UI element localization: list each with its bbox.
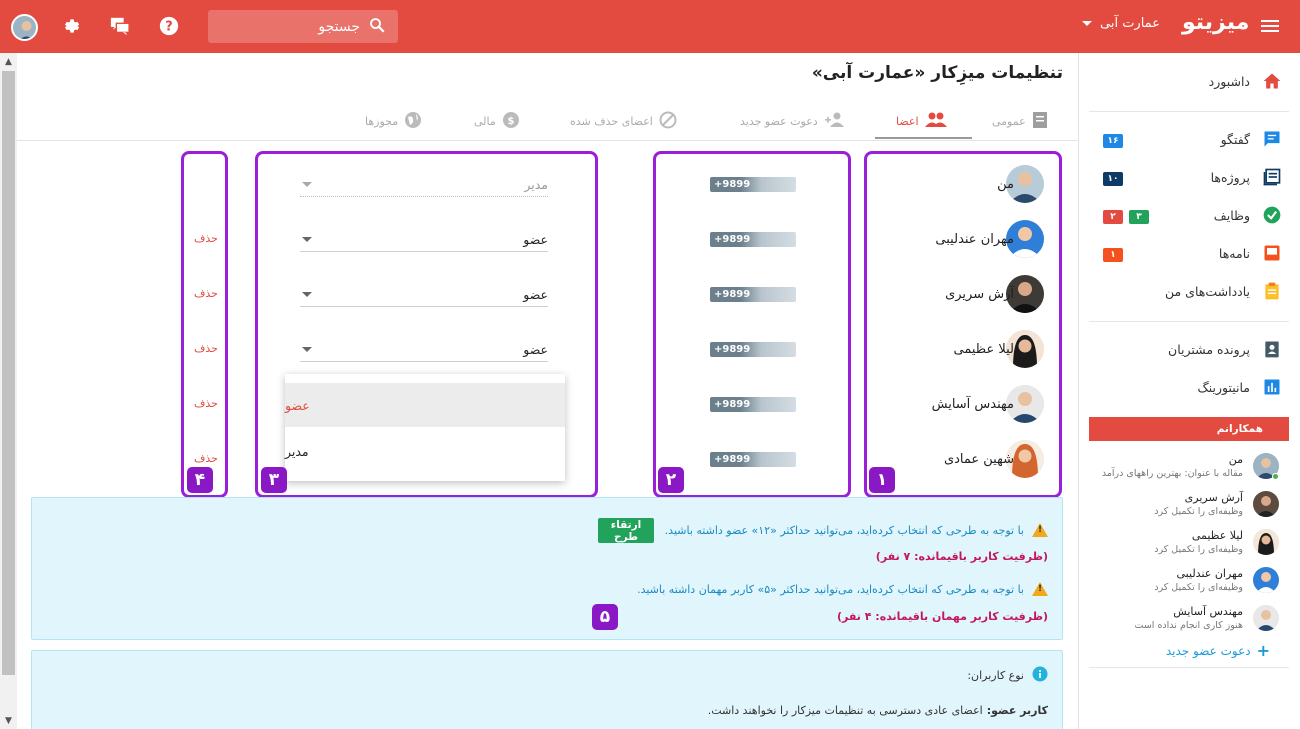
projects-icon	[1262, 167, 1282, 187]
sidebar-item-tasks[interactable]: وظایف	[1214, 205, 1282, 225]
tab-invite-member[interactable]: دعوت عضو جدید	[740, 102, 846, 140]
menu-icon[interactable]	[1260, 16, 1280, 36]
info-icon	[1032, 666, 1048, 685]
svg-text:?: ?	[165, 20, 172, 35]
online-status-icon	[1272, 473, 1279, 480]
annotation-box-names	[864, 151, 1062, 498]
active-tab-indicator	[875, 137, 972, 139]
search-icon	[368, 16, 386, 38]
tasks-icon	[1262, 205, 1282, 225]
upgrade-plan-button[interactable]: ارتقاء طرح	[598, 518, 654, 543]
members-remaining: (ظرفیت کاربر باقیمانده: ۷ نفر)	[875, 550, 1048, 563]
tab-financial[interactable]: $ مالی	[474, 102, 520, 140]
sidebar-item-customers[interactable]: پرونده مشتریان	[1168, 339, 1282, 359]
warning-icon	[1032, 582, 1048, 596]
projects-count-badge: ۱۰	[1103, 172, 1123, 186]
help-icon[interactable]: ?	[157, 14, 181, 38]
annotation-number: ۱	[869, 467, 895, 493]
tab-removed-members[interactable]: اعضای حذف شده	[570, 102, 677, 140]
sidebar-divider	[1089, 667, 1289, 668]
colleague-item[interactable]: لیلا عظیمی وظیفه‌ای را تکمیل کرد	[1089, 525, 1289, 563]
tasks-done-badge: ۳	[1129, 210, 1149, 224]
coin-icon: $	[502, 111, 520, 132]
annotation-number: ۳	[261, 467, 287, 493]
chat-count-badge: ۱۶	[1103, 134, 1123, 148]
tab-general[interactable]: عمومی	[992, 102, 1048, 140]
colleagues-header: همکارانم	[1089, 417, 1289, 441]
annotation-box-phones	[653, 151, 851, 498]
plus-icon: +	[1256, 641, 1270, 660]
sidebar-item-projects[interactable]: پروژه‌ها	[1211, 167, 1282, 187]
top-bar: ? عمارت آبی میزیتو	[0, 0, 1300, 53]
annotation-number: ۲	[658, 467, 684, 493]
tab-permissions[interactable]: مجوزها	[365, 102, 422, 140]
members-icon	[924, 112, 947, 131]
add-user-icon	[824, 112, 846, 131]
tasks-overdue-badge: ۲	[1103, 210, 1123, 224]
search-input[interactable]	[240, 18, 360, 35]
tab-members[interactable]: اعضا	[896, 102, 947, 140]
colleague-item[interactable]: مهندس آسایش هنوز کاری انجام نداده است	[1089, 601, 1289, 639]
avatar	[1253, 529, 1279, 555]
annotation-box-delete	[181, 151, 228, 498]
chevron-down-icon	[1082, 21, 1092, 26]
gear-icon[interactable]	[58, 14, 82, 38]
scroll-down-icon[interactable]: ▼	[0, 712, 17, 729]
annotation-number: ۴	[187, 467, 213, 493]
sidebar-item-monitoring[interactable]: مانیتورینگ	[1198, 377, 1282, 397]
globe-icon	[404, 111, 422, 132]
sidebar: داشبورد گفتگو ۱۶ پروژه‌ها ۱۰ وظایف ۳ ۲ ن…	[1078, 53, 1300, 729]
workspace-name: عمارت آبی	[1100, 16, 1160, 31]
colleague-item[interactable]: آرش سریری وظیفه‌ای را تکمیل کرد	[1089, 487, 1289, 525]
customers-icon	[1262, 339, 1282, 359]
avatar	[1253, 491, 1279, 517]
warning-icon	[1032, 523, 1048, 537]
brand-logo: میزیتو	[1182, 10, 1250, 35]
user-types-title-row: نوع کاربران:	[967, 666, 1048, 685]
guests-limit-row: با توجه به طرحی که انتخاب کرده‌اید، می‌ت…	[637, 582, 1048, 596]
messages-icon[interactable]	[108, 14, 132, 38]
sidebar-divider	[1089, 111, 1289, 112]
mail-icon	[1262, 243, 1282, 263]
invite-member-link[interactable]: + دعوت عضو جدید	[1166, 641, 1270, 660]
user-avatar[interactable]	[11, 14, 38, 41]
colleague-item[interactable]: من مقاله با عنوان: بهترین راههای درآمد	[1089, 449, 1289, 487]
notes-icon	[1262, 281, 1282, 301]
avatar	[1253, 567, 1279, 593]
monitoring-icon	[1262, 377, 1282, 397]
annotation-box-roles	[255, 151, 598, 498]
sidebar-divider	[1089, 321, 1289, 322]
workspace-selector[interactable]: عمارت آبی	[1080, 16, 1160, 31]
document-icon	[1032, 111, 1048, 132]
colleague-item[interactable]: مهران عندلیبی وظیفه‌ای را تکمیل کرد	[1089, 563, 1289, 601]
search-box[interactable]	[208, 10, 398, 43]
blocked-icon	[659, 111, 677, 132]
sidebar-item-dashboard[interactable]: داشبورد	[1209, 71, 1282, 91]
guests-remaining: (ظرفیت کاربر مهمان باقیمانده: ۴ نفر)	[837, 610, 1048, 623]
annotation-number: ۵	[592, 604, 618, 630]
scroll-up-icon[interactable]: ▲	[0, 53, 17, 70]
tabs-border	[17, 140, 1078, 141]
svg-text:$: $	[507, 116, 514, 127]
member-type-desc: کاربر عضو: اعضای عادی دسترسی به تنظیمات …	[707, 704, 1048, 717]
mail-count-badge: ۱	[1103, 248, 1123, 262]
home-icon	[1262, 71, 1282, 91]
sidebar-item-notes[interactable]: یادداشت‌های من	[1165, 281, 1282, 301]
user-types-panel	[31, 650, 1063, 729]
page-title: تنظیمات میزِکار «عمارت آبی»	[811, 63, 1063, 83]
members-limit-row: با توجه به طرحی که انتخاب کرده‌اید، می‌ت…	[665, 523, 1048, 537]
scrollbar-thumb[interactable]	[2, 71, 15, 675]
page-scrollbar[interactable]: ▲ ▼	[0, 53, 17, 729]
avatar	[1253, 605, 1279, 631]
sidebar-item-mail[interactable]: نامه‌ها	[1219, 243, 1282, 263]
sidebar-item-chat[interactable]: گفتگو	[1221, 129, 1282, 149]
chat-icon	[1262, 129, 1282, 149]
